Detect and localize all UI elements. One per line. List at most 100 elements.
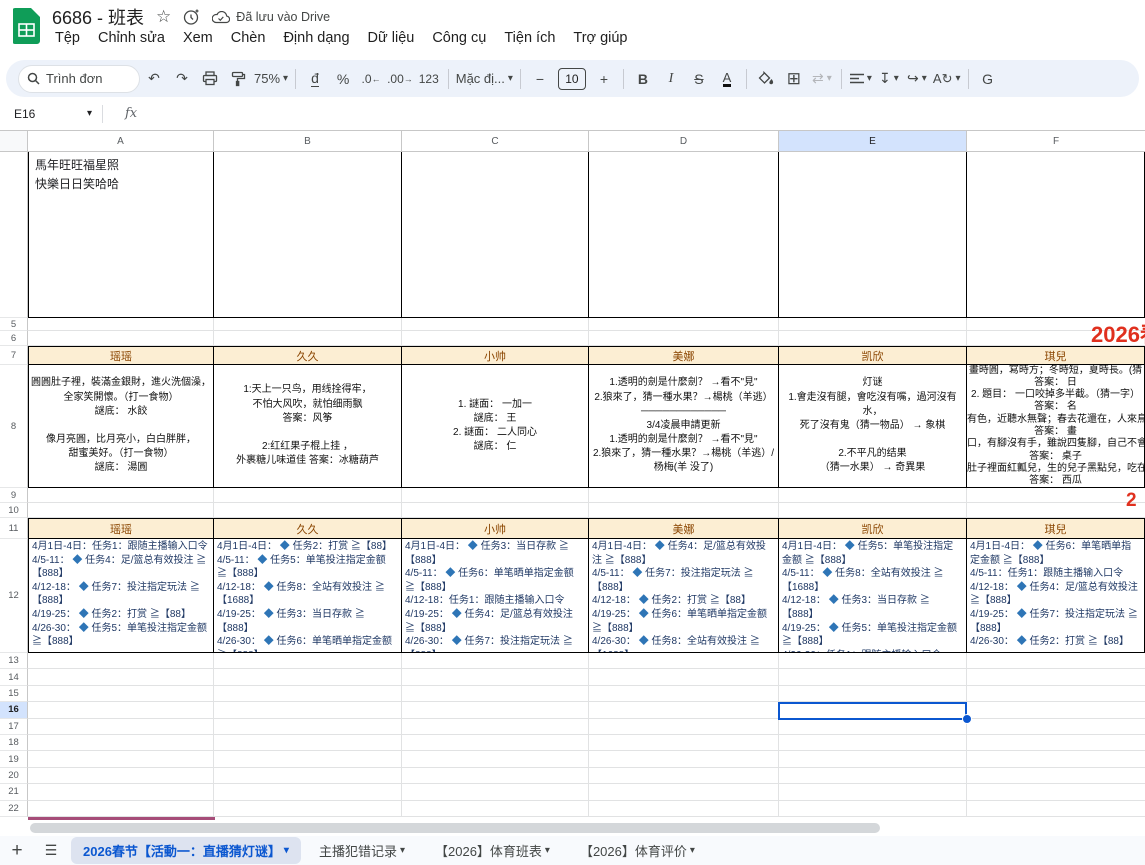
menu-view[interactable]: Xem (174, 28, 222, 48)
row-header[interactable]: 12 (0, 539, 28, 653)
undo-button[interactable]: ↶ (142, 66, 166, 92)
row-header[interactable]: 7 (0, 346, 28, 365)
increase-decimals-button[interactable]: .00→ (387, 66, 413, 92)
strikethrough-button[interactable]: S (687, 66, 711, 92)
grid-cell-riddle[interactable]: 圓圓肚子裡，裝滿金銀財，進火洗個澡， 全家笑開懷。（打一食物） 謎底： 水餃 像… (28, 365, 214, 488)
row-header[interactable]: 5 (0, 318, 28, 331)
sheet-tab[interactable]: 【2026】体育评价 (568, 837, 707, 864)
percent-format-button[interactable]: % (331, 66, 355, 92)
grid-cell[interactable] (779, 784, 967, 800)
grid-cell[interactable] (589, 653, 779, 669)
grid-cell[interactable] (214, 768, 402, 784)
grid-cell[interactable] (589, 152, 779, 318)
grid-cell[interactable] (214, 686, 402, 702)
menu-file[interactable]: Tệp (46, 28, 89, 48)
grid-cell[interactable] (589, 801, 779, 817)
row-header[interactable]: 8 (0, 365, 28, 488)
grid-cell[interactable] (779, 503, 967, 518)
grid-cell-name[interactable]: 凯欣 (779, 346, 967, 365)
grid-cell-tasks[interactable]: 4月1日-4日： ◆ 任务3：当日存款 ≧【888】 4/5-11： ◆ 任务6… (402, 539, 589, 653)
grid-cell[interactable] (967, 801, 1145, 817)
grid-cell[interactable] (402, 653, 589, 669)
grid-cell[interactable] (967, 735, 1145, 751)
bold-button[interactable]: B (631, 66, 655, 92)
grid-cell[interactable] (589, 669, 779, 685)
grid-cell[interactable] (779, 719, 967, 735)
grid-cell-riddle[interactable]: 1.透明的劍是什麼劍？ →看不"見" 2.狼來了，猜一種水果？→楊桃（羊逃） ─… (589, 365, 779, 488)
column-header-e-selected[interactable]: E (779, 131, 967, 152)
sheets-logo-icon[interactable] (13, 8, 40, 44)
column-header-a[interactable]: A (28, 131, 214, 152)
redo-button[interactable]: ↷ (170, 66, 194, 92)
grid-cell[interactable] (589, 768, 779, 784)
grid-cell[interactable] (402, 488, 589, 503)
grid-cell-name[interactable]: 久久 (214, 346, 402, 365)
grid-cell[interactable] (402, 719, 589, 735)
grid-cell-riddle[interactable]: 灯谜 1.會走沒有腿，會吃沒有嘴，過河沒有水， 死了沒有鬼（猜一物品） → 象棋… (779, 365, 967, 488)
name-box[interactable]: E16 (0, 107, 92, 121)
grid-cell[interactable] (214, 152, 402, 318)
grid-cell[interactable] (402, 152, 589, 318)
sheet-tab[interactable]: 【2026】体育班表 (423, 837, 562, 864)
save-status[interactable]: Đã lưu vào Drive (212, 10, 330, 24)
grid-cell[interactable] (589, 318, 779, 331)
grid-cell[interactable] (402, 331, 589, 346)
row-header[interactable]: 9 (0, 488, 28, 503)
text-wrap-button[interactable]: ↪ (905, 66, 929, 92)
grid-cell[interactable] (967, 488, 1145, 503)
grid-cell-name[interactable]: 瑶瑶 (28, 518, 214, 539)
row-header[interactable]: 16 (0, 702, 28, 718)
row-header[interactable]: 22 (0, 801, 28, 817)
grid-cell[interactable] (402, 503, 589, 518)
grid-cell[interactable] (967, 702, 1145, 718)
document-title[interactable]: 6686 - 班表 (52, 4, 144, 30)
grid-cell[interactable] (28, 318, 214, 331)
grid-cell[interactable] (28, 751, 214, 767)
grid-cell[interactable] (967, 669, 1145, 685)
grid-cell[interactable] (779, 152, 967, 318)
grid-cell[interactable] (214, 784, 402, 800)
grid-cell[interactable] (589, 719, 779, 735)
grid-cell[interactable] (28, 669, 214, 685)
currency-format-button[interactable]: đ (303, 66, 327, 92)
grid-cell-tasks[interactable]: 4月1日-4日： ◆ 任务2：打赏 ≧【88】 4/5-11： ◆ 任务5：单笔… (214, 539, 402, 653)
menu-insert[interactable]: Chèn (222, 28, 275, 48)
text-color-button[interactable]: A (715, 66, 739, 92)
grid-cell[interactable] (402, 784, 589, 800)
menu-edit[interactable]: Chỉnh sửa (89, 28, 174, 48)
row-header[interactable]: 13 (0, 653, 28, 669)
grid-cell[interactable] (779, 801, 967, 817)
grid-cell[interactable] (967, 751, 1145, 767)
grid-cell[interactable] (967, 653, 1145, 669)
grid-cell-tasks[interactable]: 4月1日-4日： ◆ 任务5：单笔投注指定金额 ≧【888】 4/5-11： ◆… (779, 539, 967, 653)
grid-cell-name[interactable]: 小帅 (402, 346, 589, 365)
text-rotation-button[interactable]: A↻ (933, 66, 961, 92)
grid-cell[interactable] (589, 503, 779, 518)
grid-cell-riddle[interactable]: 1:天上一只鸟，用线拴得牢， 不怕大风吹，就怕细雨飘 答案：风筝 2:红红果子棍… (214, 365, 402, 488)
grid-cell[interactable] (28, 503, 214, 518)
decrease-font-size-button[interactable]: − (528, 66, 552, 92)
grid-cell[interactable] (967, 686, 1145, 702)
row-header[interactable]: 11 (0, 518, 28, 539)
grid-cell[interactable] (28, 686, 214, 702)
menu-extensions[interactable]: Tiện ích (495, 28, 564, 48)
grid-cell[interactable] (779, 686, 967, 702)
zoom-select[interactable]: 75% (254, 66, 288, 92)
grid-cell[interactable] (214, 669, 402, 685)
menu-tools[interactable]: Công cụ (423, 28, 495, 48)
grid-cell[interactable] (402, 318, 589, 331)
vertical-align-button[interactable]: ↧ (877, 66, 901, 92)
decrease-decimals-button[interactable]: .0← (359, 66, 383, 92)
move-folder-icon[interactable] (183, 9, 200, 26)
search-menus-input[interactable]: Trình đơn (18, 65, 140, 93)
grid-cell[interactable] (589, 784, 779, 800)
grid-cell[interactable] (214, 653, 402, 669)
row-header[interactable]: 10 (0, 503, 28, 518)
grid-cell-name[interactable]: 久久 (214, 518, 402, 539)
column-header-b[interactable]: B (214, 131, 402, 152)
grid-cell-name[interactable]: 小帅 (402, 518, 589, 539)
grid-cell-name[interactable]: 瑶瑶 (28, 346, 214, 365)
grid-cell[interactable] (214, 719, 402, 735)
row-header[interactable]: 21 (0, 784, 28, 800)
grid-cell[interactable] (214, 702, 402, 718)
